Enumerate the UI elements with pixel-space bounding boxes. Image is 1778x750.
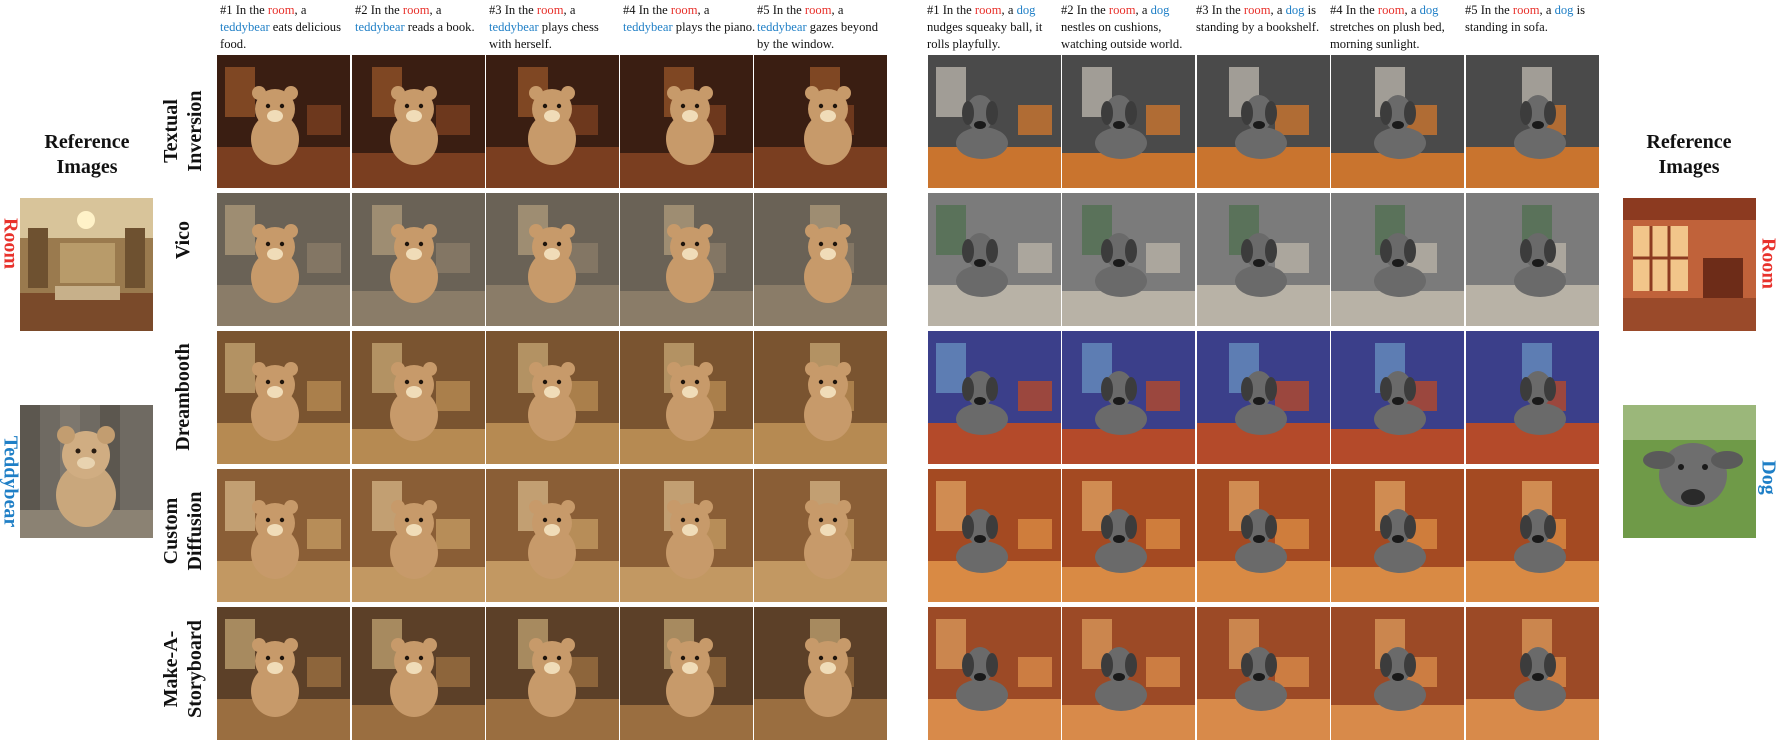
teddy-result-dreambooth-prompt-2 (352, 331, 485, 464)
dog-result-custom-diffusion-prompt-4 (1331, 469, 1464, 602)
teddy-result-vico-prompt-3 (486, 193, 619, 326)
dog-result-dreambooth-prompt-5 (1466, 331, 1599, 464)
teddy-result-make-a-storyboard-prompt-3 (486, 607, 619, 740)
dog-result-vico-prompt-4 (1331, 193, 1464, 326)
dog-result-custom-diffusion-prompt-2 (1062, 469, 1195, 602)
teddy-result-custom-diffusion-prompt-5 (754, 469, 887, 602)
left-teddybear-label: Teddybear (0, 435, 22, 528)
teddy-result-textual-inversion-prompt-1 (217, 55, 350, 188)
teddy-result-dreambooth-prompt-5 (754, 331, 887, 464)
dog-result-dreambooth-prompt-1 (928, 331, 1061, 464)
method-label-custom-diffusion: Custom Diffusion (160, 491, 206, 571)
teddy-result-make-a-storyboard-prompt-1 (217, 607, 350, 740)
dog-result-textual-inversion-prompt-3 (1197, 55, 1330, 188)
dog-prompt-2: #2 In the room, a dog nestles on cushion… (1061, 3, 1183, 51)
teddy-result-textual-inversion-prompt-2 (352, 55, 485, 188)
teddy-result-vico-prompt-1 (217, 193, 350, 326)
teddy-result-textual-inversion-prompt-5 (754, 55, 887, 188)
dog-result-textual-inversion-prompt-4 (1331, 55, 1464, 188)
right-reference-heading: Reference Images (1646, 131, 1732, 178)
dog-result-make-a-storyboard-prompt-1 (928, 607, 1061, 740)
teddy-result-vico-prompt-4 (620, 193, 753, 326)
teddy-result-custom-diffusion-prompt-2 (352, 469, 485, 602)
dog-result-vico-prompt-3 (1197, 193, 1330, 326)
reference-room-image (20, 198, 153, 331)
dog-result-textual-inversion-prompt-5 (1466, 55, 1599, 188)
right-dog-label: Dog (1757, 460, 1778, 495)
dog-result-make-a-storyboard-prompt-2 (1062, 607, 1195, 740)
dog-result-dreambooth-prompt-3 (1197, 331, 1330, 464)
dog-result-dreambooth-prompt-4 (1331, 331, 1464, 464)
teddy-result-dreambooth-prompt-1 (217, 331, 350, 464)
reference-dog-image (1623, 405, 1756, 538)
teddy-result-make-a-storyboard-prompt-2 (352, 607, 485, 740)
dog-result-make-a-storyboard-prompt-3 (1197, 607, 1330, 740)
dog-prompt-4: #4 In the room, a dog stretches on plush… (1330, 3, 1445, 51)
teddy-result-vico-prompt-2 (352, 193, 485, 326)
dog-result-vico-prompt-1 (928, 193, 1061, 326)
dog-result-make-a-storyboard-prompt-4 (1331, 607, 1464, 740)
dog-result-vico-prompt-2 (1062, 193, 1195, 326)
teddy-prompt-1: #1 In the room, a teddybear eats delicio… (220, 3, 342, 51)
teddy-result-custom-diffusion-prompt-3 (486, 469, 619, 602)
dog-prompt-1: #1 In the room, a dog nudges squeaky bal… (927, 3, 1043, 51)
left-room-label: Room (0, 217, 22, 270)
dog-result-textual-inversion-prompt-1 (928, 55, 1061, 188)
teddy-result-dreambooth-prompt-3 (486, 331, 619, 464)
dog-result-make-a-storyboard-prompt-5 (1466, 607, 1599, 740)
teddy-result-make-a-storyboard-prompt-5 (754, 607, 887, 740)
teddy-result-dreambooth-prompt-4 (620, 331, 753, 464)
teddy-prompt-4: #4 In the room, a teddybear plays the pi… (623, 3, 756, 34)
dog-result-custom-diffusion-prompt-1 (928, 469, 1061, 602)
left-reference-heading: Reference Images (44, 131, 130, 178)
teddy-result-custom-diffusion-prompt-1 (217, 469, 350, 602)
dog-prompt-5: #5 In the room, a dog is standing in sof… (1465, 3, 1586, 34)
reference-teddybear-image (20, 405, 153, 538)
teddy-prompt-2: #2 In the room, a teddybear reads a book… (355, 3, 475, 34)
reference-room-anime-image (1623, 198, 1756, 331)
dog-result-vico-prompt-5 (1466, 193, 1599, 326)
teddy-result-vico-prompt-5 (754, 193, 887, 326)
teddy-result-custom-diffusion-prompt-4 (620, 469, 753, 602)
teddy-result-make-a-storyboard-prompt-4 (620, 607, 753, 740)
dog-prompt-3: #3 In the room, a dog is standing by a b… (1196, 3, 1320, 34)
teddy-result-textual-inversion-prompt-4 (620, 55, 753, 188)
dog-result-dreambooth-prompt-2 (1062, 331, 1195, 464)
teddy-prompt-3: #3 In the room, a teddybear plays chess … (489, 3, 599, 51)
method-label-make-a-storyboard: Make-A-Storyboard (160, 620, 206, 718)
method-label-vico: Vico (172, 220, 194, 260)
dog-result-textual-inversion-prompt-2 (1062, 55, 1195, 188)
method-label-dreambooth: Dreambooth (172, 343, 194, 451)
teddy-prompt-5: #5 In the room, a teddybear gazes beyond… (757, 3, 878, 51)
dog-result-custom-diffusion-prompt-5 (1466, 469, 1599, 602)
right-room-label: Room (1757, 237, 1778, 290)
dog-result-custom-diffusion-prompt-3 (1197, 469, 1330, 602)
teddy-result-textual-inversion-prompt-3 (486, 55, 619, 188)
